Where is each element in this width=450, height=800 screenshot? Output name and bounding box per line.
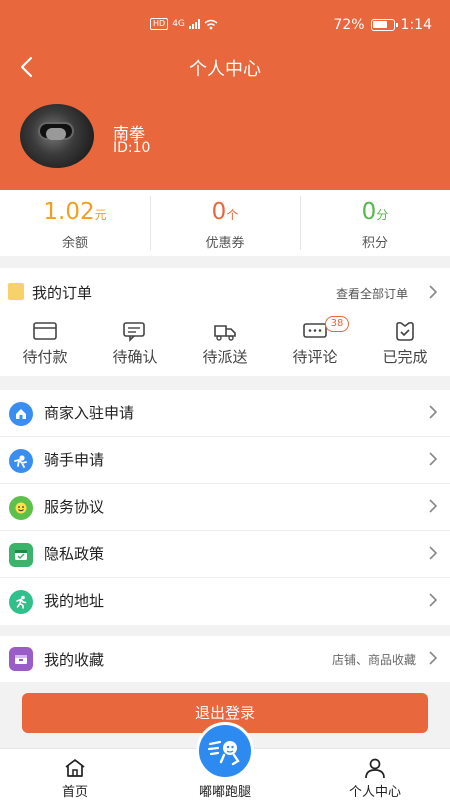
rider-icon: [9, 449, 33, 473]
menu-item-privacy-policy[interactable]: 隐私政策: [0, 531, 450, 578]
clock: 1:14: [400, 17, 432, 33]
order-tab-label: 已完成: [382, 348, 428, 366]
chevron-right-icon: [429, 593, 438, 607]
menu-item-label: 商家入驻申请: [44, 404, 135, 422]
tab-label: 个人中心: [348, 785, 401, 800]
delivery-fab-button[interactable]: [196, 722, 254, 780]
menu-item-merchant-apply[interactable]: 商家入驻申请: [0, 390, 450, 437]
tab-label: 嘟嘟跑腿: [198, 785, 251, 800]
stat-points[interactable]: 0分 积分: [300, 190, 450, 256]
menu-item-label: 骑手申请: [44, 451, 105, 469]
order-tab-label: 待评论: [292, 348, 338, 366]
chevron-right-icon: [429, 405, 438, 419]
chevron-right-icon: [429, 546, 438, 560]
menu-item-label: 服务协议: [44, 498, 105, 516]
my-collection-row[interactable]: 我的收藏 店铺、商品收藏: [0, 636, 450, 682]
profile-header: HD 4G 72% 1:14 个人中心 南拳 ID:10: [0, 0, 450, 190]
wallet-icon: [33, 322, 57, 340]
collection-label: 我的收藏: [44, 651, 105, 669]
stat-unit: 个: [226, 208, 239, 222]
menu-item-label: 我的地址: [44, 592, 105, 610]
stat-balance[interactable]: 1.02元 余额: [0, 190, 150, 256]
order-tab-label: 待派送: [202, 348, 248, 366]
stat-unit: 分: [376, 208, 389, 222]
menu-item-my-address[interactable]: 我的地址: [0, 578, 450, 625]
tab-profile[interactable]: 个人中心: [300, 749, 450, 800]
tab-home[interactable]: 首页: [0, 749, 150, 800]
stat-value: 0: [361, 199, 377, 225]
menu-item-rider-apply[interactable]: 骑手申请: [0, 437, 450, 484]
order-tab-label: 待付款: [22, 348, 68, 366]
stat-label: 余额: [61, 236, 88, 251]
settings-menu: 商家入驻申请 骑手申请 服务协议 隐私政策 我的地址: [0, 390, 450, 625]
order-tab-label: 待确认: [112, 348, 158, 366]
network-label: 4G: [172, 19, 185, 29]
truck-icon: [214, 325, 236, 341]
smile-icon: [9, 496, 33, 520]
runner-icon: [9, 590, 33, 614]
tab-label: 首页: [61, 785, 88, 800]
chevron-right-icon: [429, 651, 438, 665]
avatar[interactable]: [20, 104, 94, 168]
stat-label: 积分: [361, 236, 388, 251]
view-all-orders-link[interactable]: 查看全部订单: [336, 285, 408, 302]
person-icon: [365, 758, 385, 779]
bag-check-icon: [396, 321, 414, 341]
battery-percent: 72%: [333, 17, 365, 33]
stat-coupons[interactable]: 0个 优惠券: [150, 190, 300, 256]
stat-label: 优惠券: [205, 236, 245, 251]
menu-item-label: 隐私政策: [44, 545, 105, 563]
chevron-right-icon: [429, 499, 438, 513]
menu-item-service-agreement[interactable]: 服务协议: [0, 484, 450, 531]
orders-title: 我的订单: [32, 284, 93, 302]
signal-icon: [188, 19, 200, 29]
stat-value: 0: [211, 199, 227, 225]
order-tab-pending-payment[interactable]: 待付款: [0, 316, 90, 374]
home-icon: [65, 759, 85, 777]
chevron-right-icon: [429, 452, 438, 466]
orders-section: 我的订单 查看全部订单 待付款 待确认 待派送 38 待评论 已完成: [0, 268, 450, 376]
order-tab-completed[interactable]: 已完成: [360, 316, 450, 374]
battery-icon: [370, 19, 398, 31]
privacy-icon: [9, 543, 33, 567]
order-tab-pending-delivery[interactable]: 待派送: [180, 316, 270, 374]
page-title: 个人中心: [189, 59, 261, 80]
wifi-icon: [204, 19, 218, 29]
collection-box-icon: [9, 647, 33, 671]
stat-unit: 元: [94, 208, 107, 222]
chat-icon: [123, 322, 145, 342]
collection-hint: 店铺、商品收藏: [331, 653, 416, 667]
stat-value: 1.02: [43, 199, 95, 225]
stats-panel: 1.02元 余额 0个 优惠券 0分 积分: [0, 190, 450, 256]
order-tab-pending-review[interactable]: 38 待评论: [270, 316, 360, 374]
hd-badge: HD: [150, 18, 169, 30]
view-all-orders-row[interactable]: 我的订单 查看全部订单: [0, 268, 450, 316]
store-icon: [9, 402, 33, 426]
review-count-badge: 38: [325, 316, 349, 332]
delivery-fab-icon: [207, 740, 240, 766]
status-bar: HD 4G 72% 1:14: [0, 0, 450, 52]
order-doc-icon: [8, 283, 24, 300]
order-tab-pending-confirm[interactable]: 待确认: [90, 316, 180, 374]
user-id: ID:10: [113, 140, 151, 156]
chevron-right-icon: [429, 285, 438, 299]
